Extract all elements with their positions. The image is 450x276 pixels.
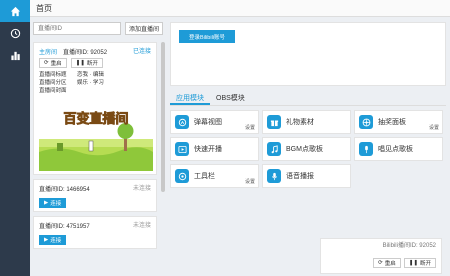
module-label: 弹幕视图 bbox=[194, 119, 222, 126]
room-list-panel: 添加直播间 主房间 直播间ID: 92052 已连接 ⟳ 重启 ❚❚ 断开 直播… bbox=[33, 22, 165, 276]
room-id-label: Bilibili播间ID: 92052 bbox=[382, 243, 436, 249]
module-setting-link[interactable]: 设置 bbox=[245, 124, 255, 131]
module-label: 语音播报 bbox=[286, 173, 314, 180]
info-label-title: 直播间标题 bbox=[39, 72, 67, 78]
play-icon: ▶ bbox=[44, 237, 49, 243]
module-setting-link[interactable]: 设置 bbox=[429, 124, 439, 131]
info-value-cover bbox=[77, 87, 137, 95]
module-quick-start[interactable]: 快速开播 bbox=[170, 137, 259, 161]
restart-button[interactable]: ⟳ 重启 bbox=[373, 258, 401, 268]
room-title: 主房间 bbox=[39, 49, 58, 56]
disconnect-button[interactable]: ❚❚ 断开 bbox=[403, 258, 436, 268]
top-bar: 首页 bbox=[30, 0, 450, 17]
bar-chart-icon bbox=[10, 51, 20, 60]
module-label: 抽奖面板 bbox=[378, 119, 406, 126]
sing-icon bbox=[359, 142, 373, 156]
home-icon bbox=[10, 6, 20, 16]
info-label-area: 直播间分区 bbox=[39, 80, 67, 86]
module-label: BGM点歌板 bbox=[286, 146, 323, 153]
login-box: 登录Bilibili账号 bbox=[170, 22, 446, 86]
refresh-icon: ⟳ bbox=[378, 260, 383, 266]
status-badge: 未连接 bbox=[132, 186, 151, 192]
module-lottery-panel[interactable]: 抽奖面板 设置 bbox=[354, 110, 443, 134]
module-label: 礼物素材 bbox=[286, 119, 314, 126]
play-icon bbox=[175, 142, 189, 156]
login-bilibili-button[interactable]: 登录Bilibili账号 bbox=[179, 30, 235, 43]
room-card-mini: Bilibili播间ID: 92052 ⟳ 重启 ❚❚ 断开 bbox=[320, 238, 442, 274]
module-bgm-song-board[interactable]: BGM点歌板 bbox=[262, 137, 351, 161]
pause-icon: ❚❚ bbox=[75, 60, 85, 66]
danmaku-icon bbox=[175, 115, 189, 129]
info-label-cover: 直播间封面 bbox=[39, 88, 67, 94]
add-room-button[interactable]: 添加直播间 bbox=[125, 22, 163, 35]
sidebar-item-history[interactable] bbox=[0, 22, 30, 44]
module-singer-song-board[interactable]: 唱见点歌板 bbox=[354, 137, 443, 161]
module-grid: 弹幕视图 设置 礼物素材 抽奖面板 设置 快速开播 BGM点歌板 唱见点歌板 工… bbox=[170, 110, 446, 188]
play-icon: ▶ bbox=[44, 200, 49, 206]
clock-icon bbox=[10, 28, 20, 38]
mic-icon bbox=[267, 169, 281, 183]
room-card-main: 主房间 直播间ID: 92052 已连接 ⟳ 重启 ❚❚ 断开 直播间标题 恋我… bbox=[33, 42, 157, 175]
module-toolbar[interactable]: 工具栏 设置 bbox=[170, 164, 259, 188]
search-row: 添加直播间 bbox=[33, 22, 165, 35]
module-danmaku-view[interactable]: 弹幕视图 设置 bbox=[170, 110, 259, 134]
sidebar-item-home[interactable] bbox=[0, 0, 30, 22]
room-card: 直播间ID: 1466954 未连接 ▶ 连接 bbox=[33, 179, 157, 212]
module-setting-link[interactable]: 设置 bbox=[245, 178, 255, 185]
disconnect-button[interactable]: ❚❚ 断开 bbox=[70, 58, 103, 68]
status-badge: 已连接 bbox=[132, 49, 151, 55]
pause-icon: ❚❚ bbox=[408, 260, 418, 266]
main-panel: 登录Bilibili账号 应用模块 OBS模块 弹幕视图 设置 礼物素材 抽奖面… bbox=[170, 22, 446, 276]
cover-title: 百变直播间 bbox=[63, 111, 128, 127]
page-title: 首页 bbox=[36, 4, 52, 13]
module-tabs: 应用模块 OBS模块 bbox=[170, 92, 446, 106]
sidebar bbox=[0, 0, 30, 276]
tab-app-modules[interactable]: 应用模块 bbox=[170, 92, 210, 105]
status-badge: 未连接 bbox=[132, 223, 151, 229]
room-card: 直播间ID: 4751957 未连接 ▶ 连接 bbox=[33, 216, 157, 249]
lottery-icon bbox=[359, 115, 373, 129]
module-label: 快速开播 bbox=[194, 146, 222, 153]
info-value-area: 娱乐 · 学习 bbox=[77, 80, 104, 86]
room-cover-image: 百变直播间 bbox=[39, 97, 153, 171]
room-id-label: 直播间ID: 1466954 bbox=[39, 186, 90, 193]
music-icon bbox=[267, 142, 281, 156]
connect-button[interactable]: ▶ 连接 bbox=[39, 235, 67, 245]
room-id-input[interactable] bbox=[33, 22, 121, 35]
sidebar-item-stats[interactable] bbox=[0, 44, 30, 66]
module-label: 唱见点歌板 bbox=[378, 146, 413, 153]
toolbar-icon bbox=[175, 169, 189, 183]
room-id-label: 直播间ID: 4751957 bbox=[39, 223, 90, 230]
scrollbar[interactable] bbox=[161, 42, 165, 192]
module-gift-assets[interactable]: 礼物素材 bbox=[262, 110, 351, 134]
tab-obs-modules[interactable]: OBS模块 bbox=[210, 92, 251, 105]
module-label: 工具栏 bbox=[194, 173, 215, 180]
gift-icon bbox=[267, 115, 281, 129]
restart-button[interactable]: ⟳ 重启 bbox=[39, 58, 67, 68]
connect-button[interactable]: ▶ 连接 bbox=[39, 198, 67, 208]
refresh-icon: ⟳ bbox=[44, 60, 49, 66]
room-info: 直播间标题 恋我 · 编辑 直播间分区 娱乐 · 学习 直播间封面 bbox=[39, 71, 151, 95]
room-id-label: 直播间ID: 92052 bbox=[63, 49, 108, 56]
room-list[interactable]: 主房间 直播间ID: 92052 已连接 ⟳ 重启 ❚❚ 断开 直播间标题 恋我… bbox=[33, 42, 165, 276]
module-voice-broadcast[interactable]: 语音播报 bbox=[262, 164, 351, 188]
info-value-title: 恋我 · 编辑 bbox=[77, 72, 104, 78]
